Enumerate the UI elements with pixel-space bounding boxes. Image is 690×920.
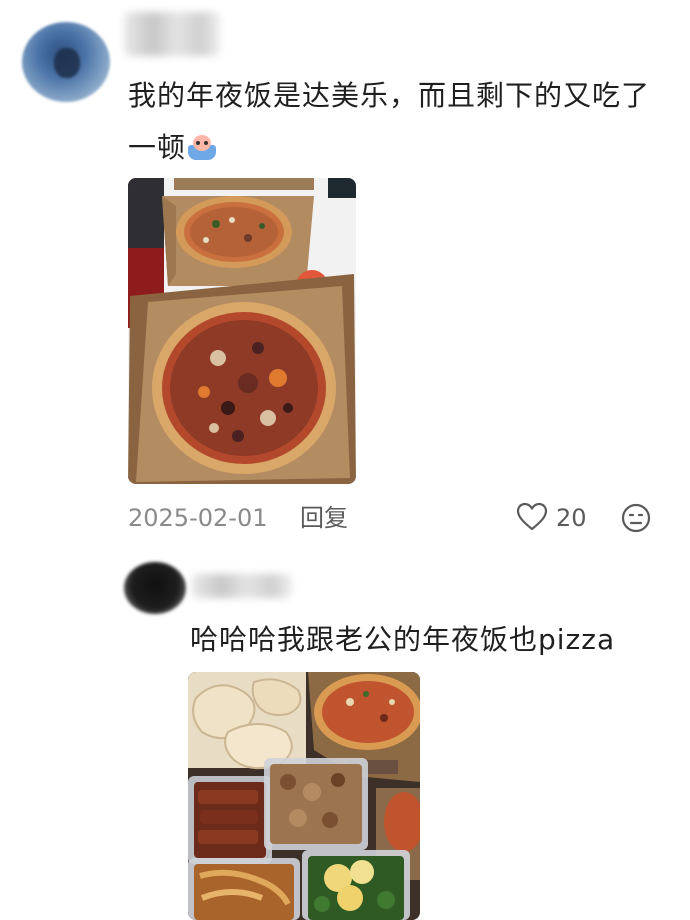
crying-emoji-icon bbox=[186, 133, 218, 161]
comment-text: 我的年夜饭是达美乐，而且剩下的又吃了一顿 bbox=[128, 70, 668, 174]
reply-button[interactable]: 回复 bbox=[300, 502, 348, 534]
smiley-face-icon[interactable] bbox=[620, 502, 652, 534]
comment-date: 2025-02-01 bbox=[128, 504, 268, 532]
comment-1: 我的年夜饭是达美乐，而且剩下的又吃了一顿 2025-02-01 回复 20 bbox=[0, 0, 690, 560]
heart-outline-icon[interactable] bbox=[516, 502, 548, 532]
dinner-spread-photo[interactable] bbox=[188, 672, 420, 920]
comment-meta: 2025-02-01 回复 20 bbox=[128, 498, 668, 538]
username-blurred[interactable] bbox=[192, 574, 292, 598]
avatar[interactable] bbox=[22, 22, 110, 102]
comment-text: 哈哈哈我跟老公的年夜饭也pizza bbox=[190, 623, 616, 656]
avatar-face bbox=[54, 48, 80, 78]
username-blurred[interactable] bbox=[124, 12, 220, 56]
avatar[interactable] bbox=[124, 562, 186, 614]
like-count: 20 bbox=[556, 504, 587, 532]
pizza-boxes-photo[interactable] bbox=[128, 178, 356, 484]
